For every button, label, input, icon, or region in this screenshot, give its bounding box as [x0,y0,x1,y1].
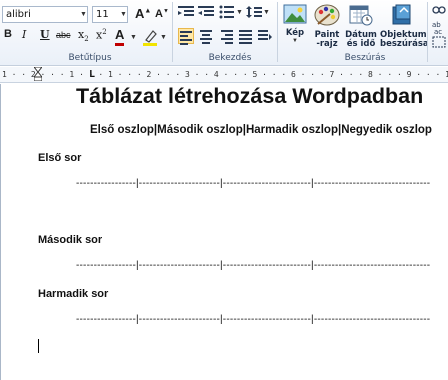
line-spacing-icon[interactable] [246,5,262,19]
paint-label-line2: -rajz [316,39,338,49]
row-dashes-third: -----------------|----------------------… [76,314,431,325]
justify-button[interactable] [238,28,254,44]
highlight-pen-icon[interactable] [142,28,158,46]
group-divider [427,2,428,62]
paragraph-group-label: Bekezdés [208,53,252,63]
insert-object-button[interactable]: Objektum beszúrása [380,4,429,49]
font-name-dropdown-icon[interactable]: ▼ [80,11,87,18]
paint-palette-icon [314,4,340,26]
grow-font-label: A [135,6,145,21]
paragraph-settings-icon[interactable] [258,29,272,43]
align-right-button[interactable] [218,28,234,44]
text-cursor [38,339,39,353]
row-dashes-first: -----------------|----------------------… [76,178,431,189]
bullet-dropdown-icon[interactable]: ▼ [236,9,243,16]
row-dashes-second: -----------------|----------------------… [76,260,431,271]
document-left-border [0,84,1,380]
select-all-icon[interactable] [432,36,446,48]
align-left-button[interactable] [178,28,194,45]
bullet-list-icon[interactable] [219,5,235,19]
shrink-font-label: A [155,8,163,20]
picture-label: Kép [285,28,305,38]
picture-button[interactable]: Kép ▼ [282,4,308,44]
table-header-row: Első oszlop|Második oszlop|Harmadik oszl… [90,124,432,136]
increase-indent-icon[interactable] [198,5,214,19]
group-divider [172,2,173,62]
find-icon[interactable] [432,4,446,16]
picture-dropdown-icon[interactable]: ▼ [282,38,308,44]
date-time-label-line2: és idő [346,39,376,49]
row-label-second: Második sor [38,234,103,246]
calendar-clock-icon [349,5,373,26]
font-size-dropdown-icon[interactable]: ▼ [120,11,127,18]
date-time-button[interactable]: Dátum és idő [345,4,377,49]
tab-stop-marker[interactable]: L [89,69,95,80]
underline-button[interactable]: U [40,28,50,46]
font-color-dropdown-icon[interactable]: ▼ [130,34,137,41]
font-group-label: Betűtípus [68,53,112,63]
ruler-scale: 1 · · 2 · · · 1 · · · 1 · · · 2 · · · 3 … [2,70,448,79]
svg-text:ac: ac [434,28,442,34]
bold-button[interactable]: B [4,28,12,46]
grow-font-button[interactable]: A▲ [135,6,151,24]
highlight-dropdown-icon[interactable]: ▼ [160,34,167,41]
document-title: Táblázat létrehozása Wordpadban [76,84,424,108]
font-name-value: alibri [6,9,31,20]
row-label-first: Első sor [38,152,82,164]
ribbon: alibri ▼ 11 ▼ A▲ A▼ B I U abc x2 x2 A ▼ … [0,0,448,66]
shrink-font-button[interactable]: A▼ [155,8,169,26]
indent-marker-icon[interactable] [34,67,42,81]
decrease-indent-icon[interactable] [178,5,194,19]
ruler[interactable]: 1 · · 2 · · · 1 · · · 1 · · · 2 · · · 3 … [0,67,448,83]
picture-icon [283,4,307,24]
paint-drawing-button[interactable]: Paint -rajz [312,4,342,49]
align-center-button[interactable] [198,28,214,44]
subscript-button[interactable]: x2 [78,28,89,46]
insert-group-label: Beszúrás [344,53,386,63]
font-name-field[interactable]: alibri [2,6,88,23]
font-color-button[interactable]: A [115,28,125,46]
italic-button[interactable]: I [22,28,26,46]
strikethrough-button[interactable]: abc [56,30,71,48]
insert-object-label-line2: beszúrása [380,39,429,49]
insert-object-icon [392,4,411,25]
group-divider [277,2,278,62]
superscript-button[interactable]: x2 [96,28,107,46]
line-spacing-dropdown-icon[interactable]: ▼ [263,9,270,16]
replace-icon[interactable]: ab ac [432,20,446,34]
row-label-third: Harmadik sor [38,288,109,300]
font-size-value: 11 [96,9,109,20]
